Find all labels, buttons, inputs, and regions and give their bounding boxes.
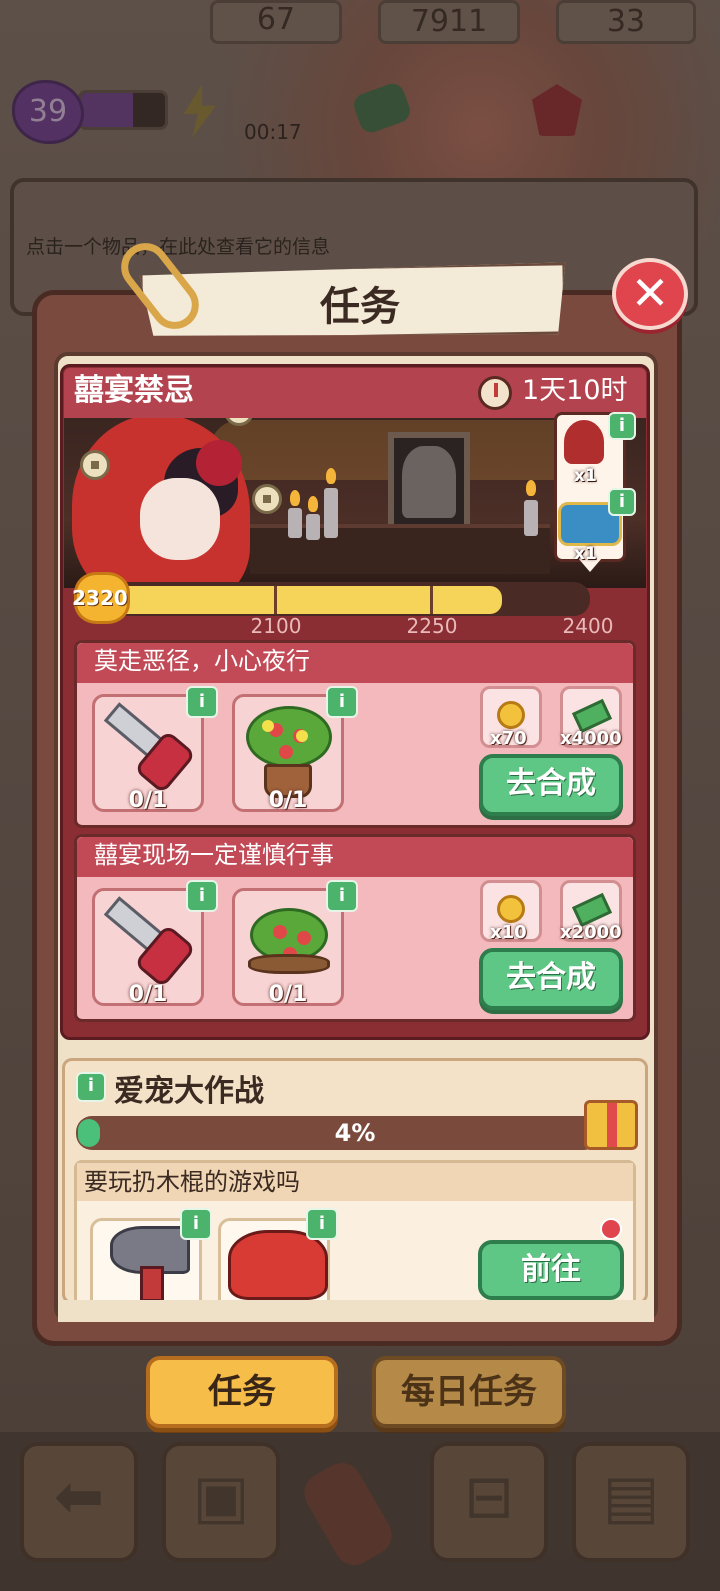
bride-figure-icon[interactable] — [564, 420, 604, 464]
subtask-title: 要玩扔木棍的游戏吗 — [84, 1168, 300, 1196]
item-count: 0/1 — [128, 982, 168, 1007]
event-name: 囍宴禁忌 — [74, 373, 194, 408]
flame-icon — [526, 480, 536, 496]
info-icon[interactable]: i — [180, 1208, 212, 1240]
flame-icon — [326, 468, 336, 484]
reward-qty: x70 — [490, 728, 527, 749]
flower-dot — [296, 730, 308, 742]
flower-dot — [262, 720, 274, 732]
gold-coin-icon — [497, 895, 525, 923]
bush-base — [248, 954, 330, 974]
reward-qty: x1 — [574, 466, 597, 486]
close-button[interactable]: ✕ — [612, 258, 688, 330]
reward-qty: x1 — [574, 544, 597, 564]
clock-icon — [478, 376, 512, 410]
side-quest-progress-fill — [78, 1119, 100, 1147]
event-time-left: 1天10时 — [522, 375, 628, 406]
tab-tasks[interactable]: 任务 — [146, 1356, 338, 1428]
event-progress-current: 2320 — [72, 586, 128, 610]
paper-coin-icon — [252, 484, 282, 514]
info-icon[interactable]: i — [186, 880, 218, 912]
milestone-label: 2250 — [406, 614, 458, 638]
task-title: 莫走恶径，小心夜行 — [94, 647, 310, 675]
bride-face — [140, 478, 220, 560]
info-icon[interactable]: i — [326, 880, 358, 912]
flame-icon — [290, 490, 300, 506]
flame-icon — [308, 496, 318, 512]
flower-bonsai-icon — [246, 706, 332, 768]
gold-coin-icon — [497, 701, 525, 729]
axe-handle — [140, 1266, 164, 1302]
dialog-title: 任务 — [320, 284, 400, 330]
item-count: 0/1 — [268, 788, 308, 813]
progress-milestone — [430, 586, 433, 614]
item-count: 0/1 — [268, 982, 308, 1007]
reward-qty: x2000 — [560, 922, 622, 943]
candle-icon — [324, 488, 338, 538]
bride-flower-icon — [196, 440, 242, 486]
glove-icon — [228, 1230, 328, 1300]
portrait-silhouette — [402, 446, 456, 518]
info-icon[interactable]: i — [186, 686, 218, 718]
craft-button[interactable]: 去合成 — [479, 948, 623, 1010]
info-icon[interactable]: i — [76, 1072, 106, 1102]
reward-qty: x10 — [490, 922, 527, 943]
craft-button[interactable]: 去合成 — [479, 754, 623, 816]
candle-icon — [306, 514, 320, 540]
nav-dim-overlay — [0, 1432, 720, 1591]
tab-daily-tasks[interactable]: 每日任务 — [372, 1356, 566, 1428]
side-quest-name: 爱宠大作战 — [114, 1074, 264, 1109]
info-icon[interactable]: i — [326, 686, 358, 718]
info-icon[interactable]: i — [608, 412, 636, 440]
milestone-label: 2400 — [562, 614, 614, 638]
candle-icon — [524, 500, 538, 536]
progress-milestone — [274, 586, 277, 614]
task-title: 囍宴现场一定谨慎行事 — [94, 841, 334, 869]
go-button[interactable]: 前往 — [478, 1240, 624, 1300]
candle-icon — [288, 508, 302, 538]
notification-dot — [600, 1218, 622, 1240]
gift-box-icon[interactable] — [584, 1100, 638, 1150]
side-quest-progress-label: 4% — [334, 1119, 376, 1147]
event-progress-fill — [96, 586, 502, 614]
paper-coin-icon — [80, 450, 110, 480]
reward-qty: x4000 — [560, 728, 622, 749]
info-icon[interactable]: i — [608, 488, 636, 516]
milestone-label: 2100 — [250, 614, 302, 638]
item-count: 0/1 — [128, 788, 168, 813]
info-icon[interactable]: i — [306, 1208, 338, 1240]
scroll-clip — [58, 1300, 654, 1322]
